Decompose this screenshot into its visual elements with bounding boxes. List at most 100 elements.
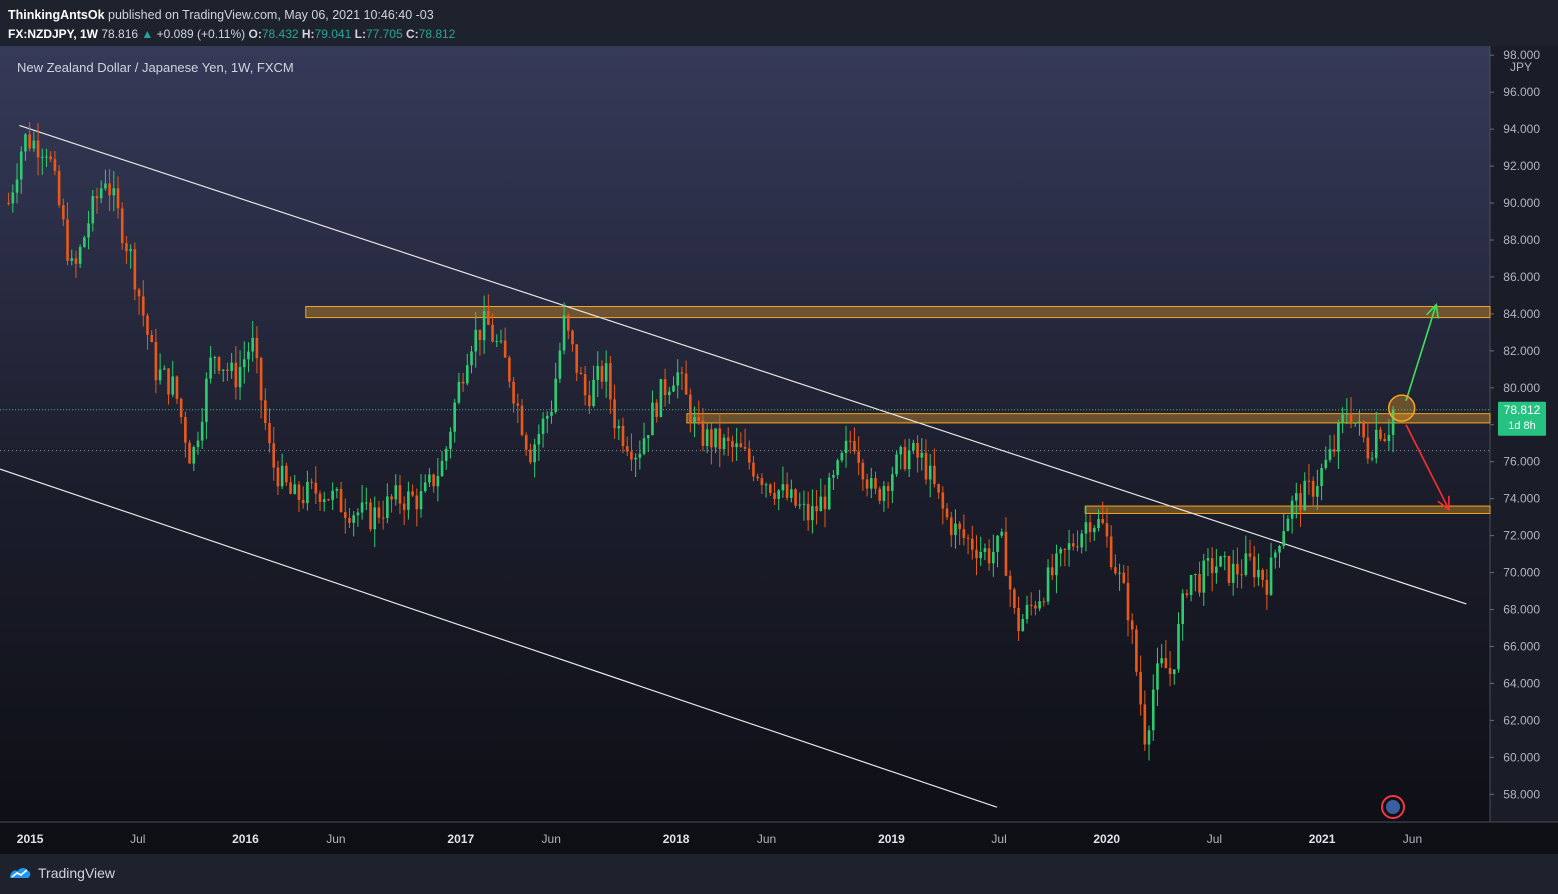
x-tick-label: Jun	[542, 832, 561, 846]
chart-area[interactable]: 58.000 60.000 62.000 64.000 66.000 68.000 70.0…	[0, 46, 1558, 854]
candle-body	[672, 385, 675, 392]
bar-countdown-label: 1d 8h	[1508, 420, 1536, 432]
candle-body	[133, 249, 137, 290]
candle-body	[1118, 572, 1121, 574]
candle-body	[1362, 421, 1365, 438]
up-arrow-icon: ▲	[141, 27, 154, 41]
candle-body	[987, 548, 991, 564]
highlight-circle	[1387, 394, 1416, 422]
candle-body	[487, 311, 490, 325]
candle-body	[327, 499, 330, 501]
x-tick-label: Jun	[1403, 832, 1422, 846]
candle-body	[444, 448, 448, 461]
candle-body	[899, 446, 903, 455]
candle-body	[823, 496, 827, 510]
candle-body	[541, 418, 545, 435]
candle-body	[192, 447, 196, 464]
low-label: L:	[354, 27, 366, 41]
x-tick-label: 2020	[1093, 832, 1120, 846]
candle-body	[1160, 658, 1163, 664]
candle-body	[440, 460, 444, 477]
candle-body	[1164, 658, 1168, 669]
candle-body	[508, 357, 511, 382]
candle-body	[40, 156, 44, 158]
candle-body	[402, 503, 406, 510]
candle-body	[975, 549, 978, 559]
candle-body	[120, 208, 124, 244]
candle-body	[853, 441, 856, 452]
candle-body	[806, 503, 810, 521]
candle-body	[1076, 546, 1079, 548]
candle-body	[1063, 549, 1067, 551]
candle-body	[844, 440, 848, 454]
candle-body	[146, 315, 149, 335]
candle-body	[99, 188, 103, 199]
candle-body	[499, 340, 503, 342]
candle-body	[840, 453, 844, 461]
candle-body	[1223, 555, 1227, 557]
candle-body	[1177, 623, 1180, 670]
candle-body	[289, 482, 292, 494]
candle-body	[764, 484, 768, 486]
candle-body	[848, 440, 852, 442]
candle-body	[1194, 574, 1197, 576]
candle-body	[1202, 560, 1206, 593]
y-tick-label: 92.000	[1503, 159, 1540, 173]
candle-body	[91, 196, 95, 224]
candle-body	[722, 437, 726, 449]
candle-body	[1143, 704, 1147, 745]
candle-body	[512, 381, 515, 404]
symbol-label[interactable]: FX:NZDJPY, 1W	[8, 27, 98, 41]
candle-body	[651, 402, 654, 436]
candle-body	[276, 467, 280, 487]
candle-body	[676, 372, 680, 386]
price-chart[interactable]: 58.000 60.000 62.000 64.000 66.000 68.000 70.0…	[0, 46, 1558, 854]
candle-body	[470, 351, 473, 366]
candle-body	[297, 484, 301, 500]
candle-body	[958, 523, 961, 530]
x-tick-label: 2015	[17, 832, 44, 846]
candle-body	[869, 478, 873, 489]
candle-body	[1000, 531, 1004, 536]
candle-body	[516, 403, 520, 406]
candle-body	[1013, 589, 1016, 609]
currency-label: JPY	[1510, 60, 1532, 74]
candle-body	[1172, 669, 1176, 675]
candle-body	[461, 381, 465, 384]
candle-body	[141, 296, 145, 316]
high-label: H:	[301, 27, 315, 41]
candle-body	[87, 223, 90, 238]
candle-body	[966, 537, 970, 539]
candle-body	[954, 523, 957, 536]
candle-body	[1029, 604, 1033, 606]
candle-body	[1387, 434, 1391, 442]
author-name[interactable]: ThinkingAntsOk	[8, 8, 105, 22]
candle-body	[1366, 437, 1370, 459]
candle-body	[1379, 429, 1382, 439]
candle-body	[743, 447, 747, 449]
candle-body	[1008, 575, 1012, 590]
candle-body	[301, 499, 305, 504]
candle-body	[78, 246, 82, 264]
candle-body	[310, 481, 313, 483]
candle-body	[428, 474, 431, 483]
candle-body	[1130, 620, 1134, 630]
candle-body	[558, 350, 562, 379]
candle-body	[731, 441, 734, 448]
candle-body	[234, 362, 238, 388]
candle-body	[802, 503, 806, 505]
candle-body	[108, 183, 111, 196]
candle-body	[579, 372, 583, 375]
candle-body	[49, 156, 52, 160]
candle-body	[886, 486, 890, 491]
open-value: 78.432	[261, 27, 299, 41]
candle-body	[529, 449, 532, 463]
tradingview-logo[interactable]: TradingView	[8, 865, 115, 881]
candle-body	[739, 443, 743, 448]
candle-body	[1273, 552, 1277, 558]
candle-body	[996, 535, 999, 552]
candle-body	[684, 373, 688, 395]
candle-body	[83, 237, 86, 247]
candle-body	[503, 340, 507, 358]
candle-body	[874, 478, 877, 489]
